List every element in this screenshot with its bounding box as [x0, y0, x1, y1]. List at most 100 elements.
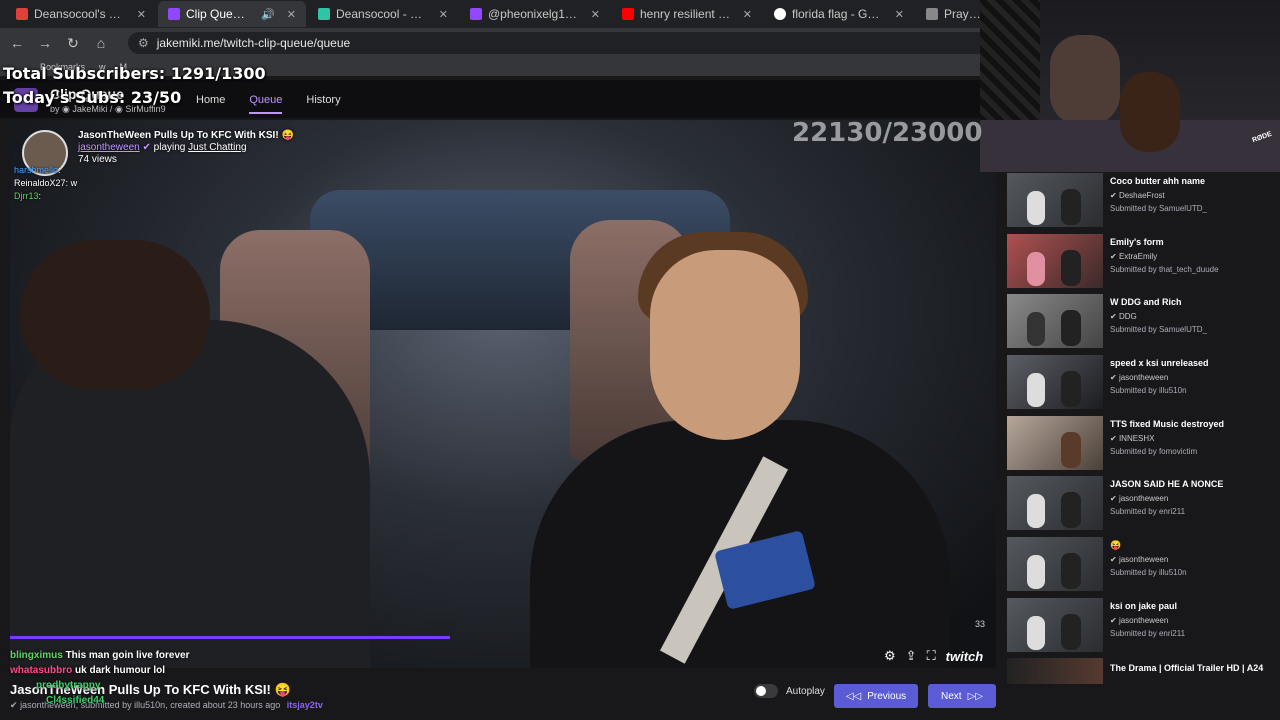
- clip-thumbnail: [1007, 234, 1103, 288]
- tab-label: @pheonixelg10 mention: [488, 7, 579, 21]
- timecode: 33: [975, 619, 986, 629]
- close-tab-icon[interactable]: ✕: [287, 8, 296, 21]
- queue-item-submitter: Submitted by enri211: [1110, 507, 1186, 516]
- verified-icon: ✔: [1110, 434, 1117, 443]
- queue-item-submitter: Submitted by illu510n: [1110, 386, 1187, 395]
- clip-thumbnail: [1007, 537, 1103, 591]
- queue-item[interactable]: speed x ksi unreleased ✔ jasontheween Su…: [1007, 355, 1277, 411]
- chat-overlay-name: itsjay2tv: [286, 700, 323, 710]
- queue-item-title: ksi on jake paul: [1110, 601, 1178, 611]
- queue-item-title: TTS fixed Music destroyed: [1110, 419, 1225, 429]
- goal-counter-overlay: 22130/23000: [792, 118, 983, 148]
- today-subs-overlay: Today's Subs: 23/50: [3, 88, 182, 107]
- video-player[interactable]: JasonTheWeen Pulls Up To KFC With KSI! 😝…: [10, 120, 996, 668]
- video-controls: ⚙ ⇪ ⛶ twitch: [884, 648, 983, 664]
- queue-item-submitter: Submitted by SamuelUTD_: [1110, 325, 1207, 334]
- screen: Deansocool's Twitch Statistic ✕ Clip Que…: [0, 0, 1280, 720]
- nav-history[interactable]: History: [306, 94, 340, 114]
- queue-item-channel: ✔ jasontheween: [1110, 373, 1169, 382]
- verified-icon: ✔: [142, 142, 151, 153]
- clip-queue-favicon-icon: [168, 8, 180, 20]
- clip-thumbnail: [1007, 173, 1103, 227]
- clip-title[interactable]: JasonTheWeen Pulls Up To KFC With KSI! 😝: [78, 130, 294, 142]
- queue-item[interactable]: Emily's form ✔ ExtraEmily Submitted by t…: [1007, 234, 1277, 290]
- home-icon[interactable]: ⌂: [92, 35, 110, 51]
- tab-twitch-statistics[interactable]: Deansocool's Twitch Statistic ✕: [6, 1, 156, 27]
- verified-icon: ✔: [1110, 312, 1117, 321]
- autoplay-label: Autoplay: [786, 685, 825, 697]
- queue-item-submitter: Submitted by enri211: [1110, 629, 1186, 638]
- nav-queue[interactable]: Queue: [249, 94, 283, 114]
- previous-button[interactable]: ◁◁ Previous: [834, 684, 918, 708]
- chat-overlay-top: harshmello: ReinaldoX27: w Djrr13:: [14, 164, 77, 203]
- channel-link[interactable]: jasontheween: [78, 142, 140, 153]
- queue-item-channel: ✔ DeshaeFrost: [1110, 191, 1165, 200]
- total-subscribers-overlay: Total Subscribers: 1291/1300: [3, 64, 266, 83]
- clip-thumbnail: [1007, 416, 1103, 470]
- tab-label: Deansocool - Streamer Oven: [336, 7, 427, 21]
- next-button[interactable]: Next ▷▷: [928, 684, 996, 708]
- queue-item[interactable]: Coco butter ahh name ✔ DeshaeFrost Submi…: [1007, 173, 1277, 229]
- queue-item-title: speed x ksi unreleased: [1110, 358, 1209, 368]
- chat-overlay-bottom: blingximus This man goin live forever wh…: [10, 648, 190, 708]
- fullscreen-icon[interactable]: ⛶: [927, 648, 936, 664]
- oven-favicon-icon: [318, 8, 330, 20]
- app-nav: Home Queue History: [196, 94, 341, 114]
- queue-item[interactable]: The Drama | Official Trailer HD | A24: [1007, 658, 1277, 714]
- queue-item-channel: ✔ jasontheween: [1110, 494, 1169, 503]
- queue-item-channel: ✔ DDG: [1110, 312, 1137, 321]
- queue-item-title: JASON SAID HE A NONCE: [1110, 479, 1224, 489]
- share-icon[interactable]: ⇪: [906, 648, 917, 664]
- tab-mention[interactable]: @pheonixelg10 mention ✕: [460, 1, 610, 27]
- verified-icon: ✔: [1110, 555, 1117, 564]
- chat-line: whatasubbro uk dark humour lol: [10, 665, 166, 676]
- clip-thumbnail: [1007, 294, 1103, 348]
- queue-item[interactable]: JASON SAID HE A NONCE ✔ jasontheween Sub…: [1007, 476, 1277, 532]
- tab-clip-queue[interactable]: Clip Queue - Open 🔊 ✕: [158, 1, 306, 27]
- close-tab-icon[interactable]: ✕: [591, 8, 600, 21]
- tab-label: florida flag - Google Search: [792, 7, 883, 21]
- previous-label: Previous: [867, 690, 907, 702]
- close-tab-icon[interactable]: ✕: [439, 8, 448, 21]
- autoplay-toggle[interactable]: [754, 684, 778, 698]
- tab-label: henry resilient - YouTube: [640, 7, 731, 21]
- verified-icon: ✔: [1110, 252, 1117, 261]
- tab-google-search[interactable]: florida flag - Google Search ✕: [764, 1, 914, 27]
- close-tab-icon[interactable]: ✕: [743, 8, 752, 21]
- queue-item-title: Coco butter ahh name: [1110, 176, 1206, 186]
- queue-item-submitter: Submitted by SamuelUTD_: [1110, 204, 1207, 213]
- tab-youtube[interactable]: henry resilient - YouTube ✕: [612, 1, 762, 27]
- close-tab-icon[interactable]: ✕: [137, 8, 146, 21]
- tab-label: Clip Queue - Open: [186, 7, 249, 21]
- queue-item[interactable]: TTS fixed Music destroyed ✔ INNESHX Subm…: [1007, 416, 1277, 472]
- chat-line: ReinaldoX27: w: [14, 178, 78, 188]
- mute-tab-icon[interactable]: 🔊: [261, 8, 275, 21]
- autoplay-control: Autoplay: [754, 684, 825, 698]
- plush-toy: [1050, 35, 1120, 125]
- reload-icon[interactable]: ↻: [64, 35, 82, 52]
- queue-item[interactable]: ksi on jake paul ✔ jasontheween Submitte…: [1007, 598, 1277, 654]
- category-link[interactable]: Just Chatting: [188, 142, 246, 153]
- nav-home[interactable]: Home: [196, 94, 225, 114]
- page-favicon-icon: [926, 8, 938, 20]
- view-count: 74 views: [78, 154, 117, 165]
- queue-item-submitter: Submitted by fomovictim: [1110, 447, 1198, 456]
- webcam-overlay: RØDE: [980, 0, 1280, 172]
- video-progress-bar[interactable]: [10, 636, 450, 639]
- tab-streamer-oven[interactable]: Deansocool - Streamer Oven ✕: [308, 1, 458, 27]
- settings-gear-icon[interactable]: ⚙: [884, 648, 896, 664]
- close-tab-icon[interactable]: ✕: [895, 8, 904, 21]
- address-bar[interactable]: ⚙ jakemiki.me/twitch-clip-queue/queue: [128, 32, 988, 54]
- forward-icon[interactable]: →: [36, 35, 54, 51]
- site-info-icon[interactable]: ⚙: [138, 36, 149, 50]
- chat-line: Cl4ssified44: [46, 695, 105, 706]
- back-icon[interactable]: ←: [8, 35, 26, 51]
- twitch-logo[interactable]: twitch: [946, 649, 984, 664]
- queue-item[interactable]: W DDG and Rich ✔ DDG Submitted by Samuel…: [1007, 294, 1277, 350]
- queue-item-title: Emily's form: [1110, 237, 1164, 247]
- queue-item[interactable]: 😝 ✔ jasontheween Submitted by illu510n: [1007, 537, 1277, 593]
- clip-thumbnail: [1007, 658, 1103, 684]
- clip-thumbnail: [1007, 476, 1103, 530]
- queue-item-title: W DDG and Rich: [1110, 297, 1182, 307]
- chat-line: harshmello:: [14, 165, 61, 175]
